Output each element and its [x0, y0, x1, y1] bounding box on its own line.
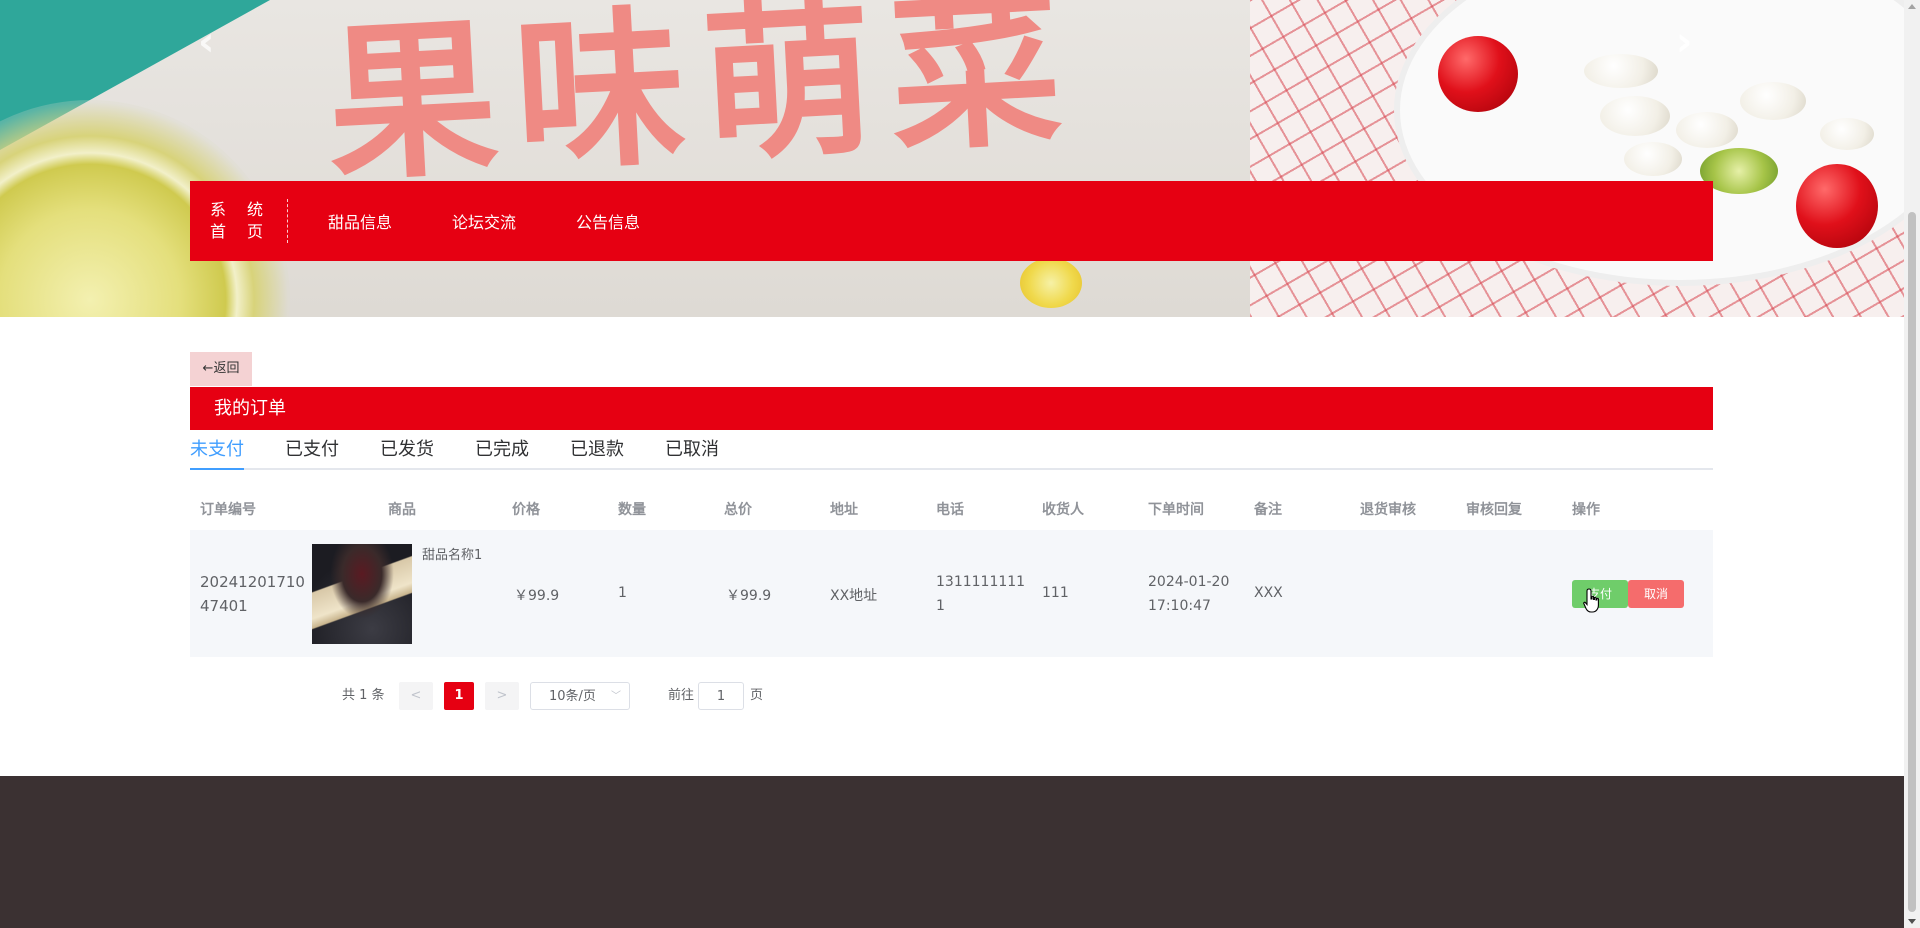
- tab-unpaid[interactable]: 未支付: [190, 432, 244, 470]
- tab-completed[interactable]: 已完成: [475, 432, 529, 468]
- small-lemon-image: [1020, 258, 1082, 308]
- column-header-address: 地址: [830, 502, 858, 518]
- order-time-line1: 2024-01-20: [1148, 574, 1230, 590]
- scrollbar-thumb[interactable]: [1908, 212, 1916, 912]
- table-header: 订单编号 商品 价格 数量 总价 地址 电话 收货人 下单时间 备注 退货审核 …: [190, 486, 1713, 530]
- main-nav: 系 统 首 页 甜品信息 论坛交流 公告信息: [190, 181, 1713, 261]
- chevron-down-icon: ﹀: [611, 691, 621, 702]
- order-status-tabs: 未支付 已支付 已发货 已完成 已退款 已取消: [190, 432, 1713, 470]
- footer: [0, 776, 1904, 928]
- table-row: 20241201710 47401 甜品名称1 ￥99.9 1 ￥99.9 XX…: [190, 530, 1713, 657]
- nav-home[interactable]: 系 统 首 页: [190, 199, 288, 243]
- pagination-total: 共 1 条: [342, 688, 385, 703]
- column-header-phone: 电话: [936, 502, 964, 518]
- column-header-review-reply: 审核回复: [1466, 502, 1522, 518]
- nav-home-line1: 系 统: [209, 200, 272, 219]
- column-header-goods: 商品: [388, 502, 416, 518]
- tab-shipped[interactable]: 已发货: [380, 432, 434, 468]
- scroll-down-arrow-icon[interactable]: [1908, 919, 1916, 924]
- goods-thumbnail[interactable]: [312, 544, 412, 644]
- nut-image: [1676, 112, 1738, 148]
- order-time-line2: 17:10:47: [1148, 598, 1211, 614]
- banner: 果味萌菜 ‹ ›: [0, 0, 1904, 317]
- pagination-goto-input[interactable]: 1: [698, 682, 744, 710]
- order-no-cell: 20241201710 47401: [200, 570, 305, 618]
- total-cell: ￥99.9: [726, 588, 772, 604]
- pagination-goto-label: 前往: [668, 688, 695, 703]
- back-button[interactable]: ←返回: [190, 352, 252, 386]
- phone-line1: 1311111111: [936, 574, 1026, 590]
- scroll-up-arrow-icon[interactable]: [1908, 4, 1916, 9]
- column-header-actions: 操作: [1572, 502, 1600, 518]
- column-header-order-no: 订单编号: [200, 502, 256, 518]
- column-header-return-review: 退货审核: [1360, 502, 1416, 518]
- cherry-image: [1438, 36, 1518, 112]
- nut-image: [1740, 82, 1806, 120]
- goods-name: 甜品名称1: [422, 548, 483, 563]
- section-title: 我的订单: [190, 387, 1713, 430]
- nav-item-announcements[interactable]: 公告信息: [546, 209, 670, 233]
- order-no-line2: 47401: [200, 597, 248, 615]
- tab-refunded[interactable]: 已退款: [570, 432, 624, 468]
- chevron-left-icon[interactable]: ‹: [198, 22, 214, 62]
- nut-image: [1820, 118, 1874, 150]
- tab-cancelled[interactable]: 已取消: [665, 432, 719, 468]
- cherry-image: [1796, 164, 1878, 248]
- tab-paid[interactable]: 已支付: [285, 432, 339, 468]
- cancel-order-button[interactable]: 取消: [1628, 580, 1684, 608]
- column-header-total: 总价: [724, 502, 752, 518]
- pagination-next-button[interactable]: >: [485, 682, 519, 710]
- nav-item-forum[interactable]: 论坛交流: [422, 209, 546, 233]
- pagination-prev-button[interactable]: <: [399, 682, 433, 710]
- page-scrollbar[interactable]: [1904, 0, 1920, 928]
- column-header-price: 价格: [512, 502, 540, 518]
- page-size-value: 10条/页: [549, 689, 596, 704]
- address-cell: XX地址: [830, 588, 878, 604]
- quantity-cell: 1: [618, 585, 627, 601]
- column-header-quantity: 数量: [618, 502, 646, 518]
- column-header-remark: 备注: [1254, 502, 1282, 518]
- phone-cell: 1311111111 1: [936, 570, 1025, 618]
- hand-pointer-icon: [1583, 588, 1599, 613]
- remark-cell: XXX: [1254, 585, 1283, 601]
- page-size-select[interactable]: 10条/页 ﹀: [530, 682, 630, 710]
- nut-image: [1584, 54, 1658, 88]
- price-cell: ￥99.9: [514, 588, 560, 604]
- nav-home-line2: 首 页: [209, 222, 272, 241]
- nav-item-dessert-info[interactable]: 甜品信息: [298, 209, 422, 233]
- chevron-right-icon[interactable]: ›: [1676, 22, 1692, 62]
- pagination-page-1[interactable]: 1: [444, 682, 474, 710]
- order-no-line1: 20241201710: [200, 573, 305, 591]
- receiver-cell: 111: [1042, 585, 1069, 601]
- phone-line2: 1: [936, 598, 945, 614]
- order-time-cell: 2024-01-20 17:10:47: [1148, 570, 1229, 618]
- column-header-order-time: 下单时间: [1148, 502, 1204, 518]
- pagination-unit-label: 页: [750, 688, 764, 703]
- nut-image: [1624, 142, 1682, 176]
- column-header-receiver: 收货人: [1042, 502, 1084, 518]
- nut-image: [1600, 96, 1670, 136]
